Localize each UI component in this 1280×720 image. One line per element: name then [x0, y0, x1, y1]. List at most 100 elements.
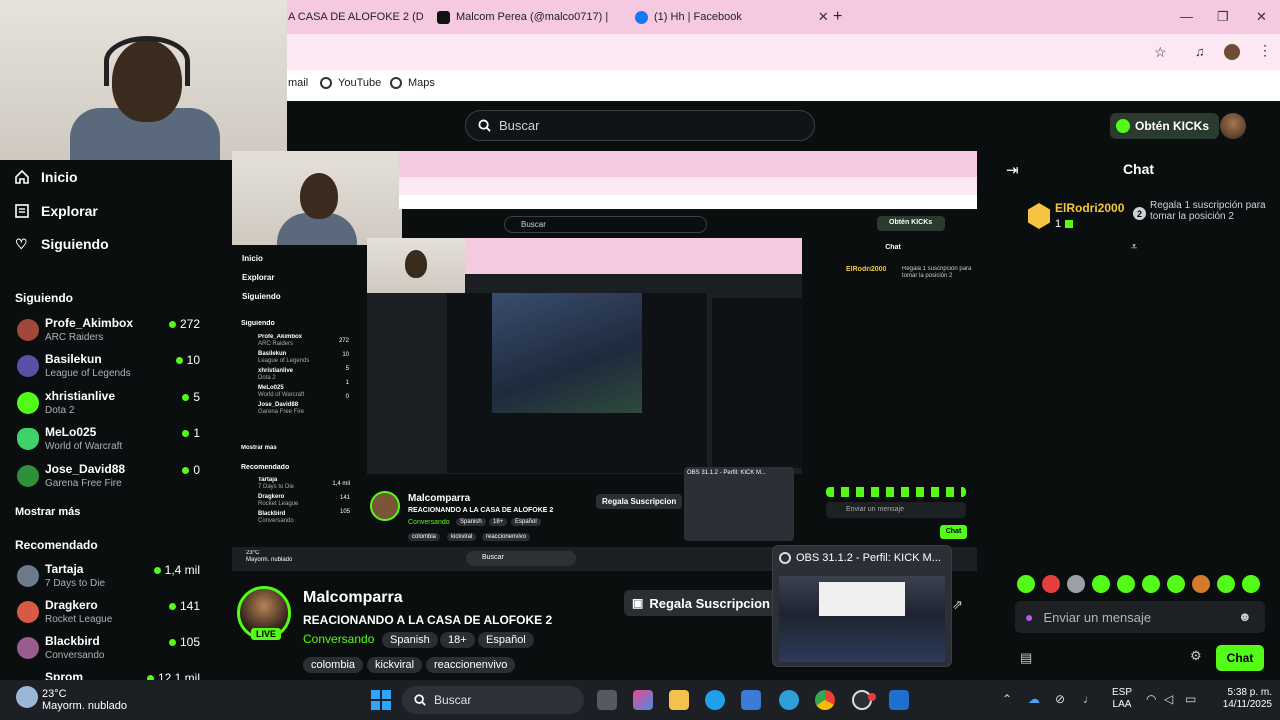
start-tile: [382, 701, 391, 710]
expand-leaderboard-icon[interactable]: ⩡: [1131, 241, 1137, 254]
windows-start-icon[interactable]: [371, 690, 391, 710]
maximize-icon[interactable]: ❐: [1217, 9, 1229, 25]
tab-facebook[interactable]: (1) Hh | Facebook ✕: [635, 4, 829, 30]
search-icon: [478, 119, 491, 132]
top-gifter-name[interactable]: ElRodri2000: [1055, 201, 1124, 215]
avatar: [17, 392, 39, 414]
tab-label: (1) Hh | Facebook: [654, 11, 742, 23]
chat-send-button[interactable]: Chat: [1216, 645, 1264, 671]
popout-icon[interactable]: ⇗: [952, 597, 963, 613]
menu-icon[interactable]: ⋮: [1258, 42, 1272, 59]
bookmark-mail[interactable]: mail: [288, 77, 308, 89]
new-tab-button[interactable]: +: [833, 4, 842, 30]
sidebar-item-explore[interactable]: Explorar: [15, 203, 98, 219]
emote-icon[interactable]: [1192, 575, 1210, 593]
taskbar-search[interactable]: Buscar: [402, 686, 584, 714]
settings-icon[interactable]: ⚙: [1190, 648, 1202, 664]
sidebar-item-following[interactable]: ♡ Siguiendo: [15, 236, 109, 252]
app-icon[interactable]: [779, 690, 799, 710]
language-indicator[interactable]: ESP LAA: [1112, 687, 1132, 711]
sidebar-channel[interactable]: Profe_Akimbox ARC Raiders 272: [15, 316, 200, 350]
badge-language-es[interactable]: Español: [478, 632, 534, 648]
file-explorer-icon[interactable]: [669, 690, 689, 710]
cloud-icon[interactable]: ☁: [1028, 692, 1040, 706]
emote-icon[interactable]: [1142, 575, 1160, 593]
emote-icon[interactable]: [1167, 575, 1185, 593]
search-input[interactable]: Buscar: [465, 110, 815, 141]
chevron-up-icon[interactable]: ⌃: [1002, 692, 1012, 706]
facebook-icon: [635, 10, 648, 24]
taskbar-search-placeholder: Buscar: [434, 693, 472, 707]
clock[interactable]: 5:38 p. m. 14/11/2025: [1208, 687, 1272, 711]
sidebar-channel[interactable]: MeLo025 World of Warcraft 1: [15, 425, 200, 459]
obs-window-preview[interactable]: OBS 31.1.2 - Perfil: KICK M...: [772, 545, 952, 667]
media-icon[interactable]: ♫: [1195, 44, 1205, 59]
emote-icon[interactable]: [1217, 575, 1235, 593]
language-layout: LAA: [1112, 699, 1132, 710]
store-icon[interactable]: [741, 690, 761, 710]
emote-icon[interactable]: [1042, 575, 1060, 593]
sidebar-item-home[interactable]: Inicio: [15, 169, 78, 185]
channel-game: World of Warcraft: [45, 441, 123, 452]
window-close-icon[interactable]: ✕: [1256, 9, 1267, 25]
chat-input[interactable]: ● Enviar un mensaje: [1015, 601, 1265, 633]
emote-icon[interactable]: [1242, 575, 1260, 593]
get-kicks-button[interactable]: Obtén KICKs: [1110, 113, 1220, 139]
chat-rules-icon[interactable]: ▤: [1020, 650, 1032, 666]
wifi-icon[interactable]: ◠: [1146, 692, 1156, 706]
task-view-icon[interactable]: [597, 690, 617, 710]
gift-label: Regala Suscripcion: [649, 595, 770, 611]
viewer-count: 272: [168, 317, 200, 331]
sidebar-channel[interactable]: Sprom 12,1 mil: [15, 670, 200, 680]
live-dot-icon: [153, 566, 161, 574]
tab-tiktok[interactable]: Malcom Perea (@malco0717) | ✕: [437, 4, 647, 30]
avatar: [17, 319, 39, 341]
microphone-icon[interactable]: ♩: [1083, 692, 1095, 706]
live-badge: LIVE: [251, 628, 282, 640]
volume-icon[interactable]: ◁: [1164, 692, 1173, 706]
emoji-icon[interactable]: ☻: [1238, 609, 1252, 624]
tag-colombia[interactable]: colombia: [303, 657, 364, 673]
sidebar-channel[interactable]: Basilekun League of Legends 10: [15, 352, 200, 386]
gift-subscription-button[interactable]: ▣ Regala Suscripcion: [624, 590, 778, 616]
sidebar-channel[interactable]: Blackbird Conversando 105: [15, 634, 200, 668]
chrome-icon[interactable]: [815, 690, 835, 710]
sidebar-channel[interactable]: Dragkero Rocket League 141: [15, 598, 200, 632]
profile-icon[interactable]: [1224, 44, 1240, 60]
show-more-link[interactable]: Mostrar más: [15, 506, 80, 518]
weather-widget[interactable]: 23°C Mayorm. nublado: [42, 688, 127, 712]
bookmark-maps[interactable]: Maps: [390, 77, 435, 89]
tag-kickviral[interactable]: kickviral: [367, 657, 423, 673]
tab-alofoke[interactable]: A CASA DE ALOFOKE 2 (D ✕: [288, 4, 449, 30]
viewer-count: 141: [168, 599, 200, 613]
globe-icon: [320, 77, 332, 89]
channel-name[interactable]: Malcomparra: [303, 589, 403, 607]
minimize-icon[interactable]: —: [1180, 9, 1193, 24]
emote-icon[interactable]: [1092, 575, 1110, 593]
battery-icon[interactable]: ▭: [1185, 692, 1196, 706]
badge-age[interactable]: 18+: [440, 632, 475, 648]
app-icon[interactable]: [889, 690, 909, 710]
close-icon[interactable]: ✕: [818, 9, 829, 25]
sidebar-channel[interactable]: xhristianlive Dota 2 5: [15, 389, 200, 423]
stream-category[interactable]: Conversando: [303, 632, 374, 646]
sidebar-channel[interactable]: Jose_David88 Garena Free Fire 0: [15, 462, 200, 496]
star-icon[interactable]: ☆: [1154, 44, 1167, 61]
copilot-icon[interactable]: [633, 690, 653, 710]
weather-icon[interactable]: [16, 686, 38, 708]
tag-reaccionenvivo[interactable]: reaccionenvivo: [426, 657, 516, 673]
sidebar-channel[interactable]: Tartaja 7 Days to Die 1,4 mil: [15, 562, 200, 596]
viewer-count-label: 10: [186, 353, 200, 367]
edge-icon[interactable]: [705, 690, 725, 710]
badge-language[interactable]: Spanish: [382, 632, 438, 648]
emote-icon[interactable]: [1067, 575, 1085, 593]
avatar[interactable]: [1220, 113, 1246, 139]
emote-icon[interactable]: [1117, 575, 1135, 593]
bookmark-youtube[interactable]: YouTube: [320, 77, 381, 89]
emote-icon[interactable]: [1017, 575, 1035, 593]
nested-weather-desc: Mayorm. nublado: [246, 557, 293, 563]
gift-count: 1: [1055, 218, 1062, 230]
stream-player[interactable]: Buscar Obtén KICKs Inicio Explorar Sigui…: [232, 151, 997, 571]
device-icon[interactable]: ⊘: [1055, 692, 1065, 706]
nested-badge: Español: [511, 518, 541, 526]
